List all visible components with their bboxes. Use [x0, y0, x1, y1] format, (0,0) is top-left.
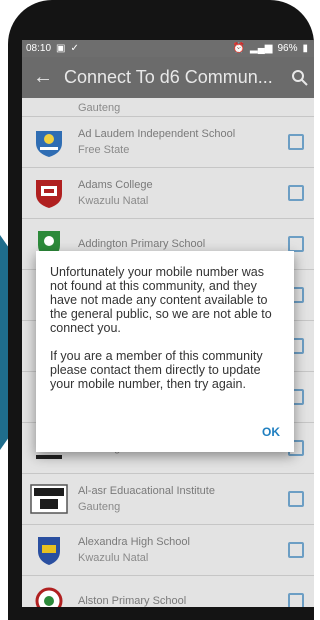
select-checkbox[interactable] — [288, 134, 304, 150]
error-dialog: Unfortunately your mobile number was not… — [36, 251, 294, 452]
screen: 08:10 ▣ ✓ ⏰ ▂▄▆ 96% ▮ ← Connect To d6 Co… — [22, 40, 314, 607]
battery-icon: ▮ — [302, 43, 308, 54]
list-item-province: Kwazulu Natal — [78, 195, 149, 207]
battery-level: 96% — [277, 43, 298, 54]
select-checkbox[interactable] — [288, 236, 304, 252]
list-item-name: Alston Primary School — [78, 595, 187, 607]
list-item-province: Kwazulu Natal — [78, 552, 149, 564]
select-checkbox[interactable] — [288, 491, 304, 507]
download-icon: ✓ — [70, 43, 79, 54]
back-arrow-icon[interactable]: ← — [22, 66, 64, 89]
list-item-province: Gauteng — [78, 102, 121, 114]
search-icon[interactable] — [286, 69, 314, 87]
list-item-name: Addington Primary School — [78, 238, 206, 250]
list-item-province: Free State — [78, 144, 130, 156]
image-icon: ▣ — [56, 43, 66, 54]
list-item[interactable]: Al-asr Eduacational Institute Gauteng — [22, 474, 314, 525]
school-crest-icon — [28, 582, 70, 607]
ok-button[interactable]: OK — [262, 425, 280, 439]
list-item-name: Ad Laudem Independent School — [78, 128, 236, 140]
app-title: Connect To d6 Commun... — [64, 67, 273, 87]
list-item-province: Gauteng — [78, 501, 121, 513]
app-bar: ← Connect To d6 Commun... — [22, 57, 314, 98]
list-item[interactable]: Alston Primary School — [22, 576, 314, 607]
school-crest-icon — [28, 123, 70, 161]
status-bar: 08:10 ▣ ✓ ⏰ ▂▄▆ 96% ▮ — [22, 40, 314, 57]
dialog-message-1: Unfortunately your mobile number was not… — [50, 265, 272, 335]
phone-frame: 08:10 ▣ ✓ ⏰ ▂▄▆ 96% ▮ ← Connect To d6 Co… — [8, 0, 314, 620]
dialog-message-2: If you are a member of this community pl… — [50, 349, 263, 391]
status-time: 08:10 — [26, 43, 52, 54]
list-item-name: Adams College — [78, 179, 153, 191]
signal-icon: ▂▄▆ — [250, 43, 273, 54]
alarm-icon: ⏰ — [232, 43, 245, 54]
list-item[interactable]: Gauteng — [22, 98, 314, 117]
select-checkbox[interactable] — [288, 593, 304, 607]
school-crest-icon — [28, 480, 70, 518]
list-item-name: Alexandra High School — [78, 536, 190, 548]
school-crest-icon — [28, 531, 70, 569]
select-checkbox[interactable] — [288, 542, 304, 558]
select-checkbox[interactable] — [288, 185, 304, 201]
list-item[interactable]: Alexandra High School Kwazulu Natal — [22, 525, 314, 576]
list-item[interactable]: Adams College Kwazulu Natal — [22, 168, 314, 219]
list-item[interactable]: Ad Laudem Independent School Free State — [22, 117, 314, 168]
school-crest-icon — [28, 174, 70, 212]
list-item-name: Al-asr Eduacational Institute — [78, 485, 215, 497]
